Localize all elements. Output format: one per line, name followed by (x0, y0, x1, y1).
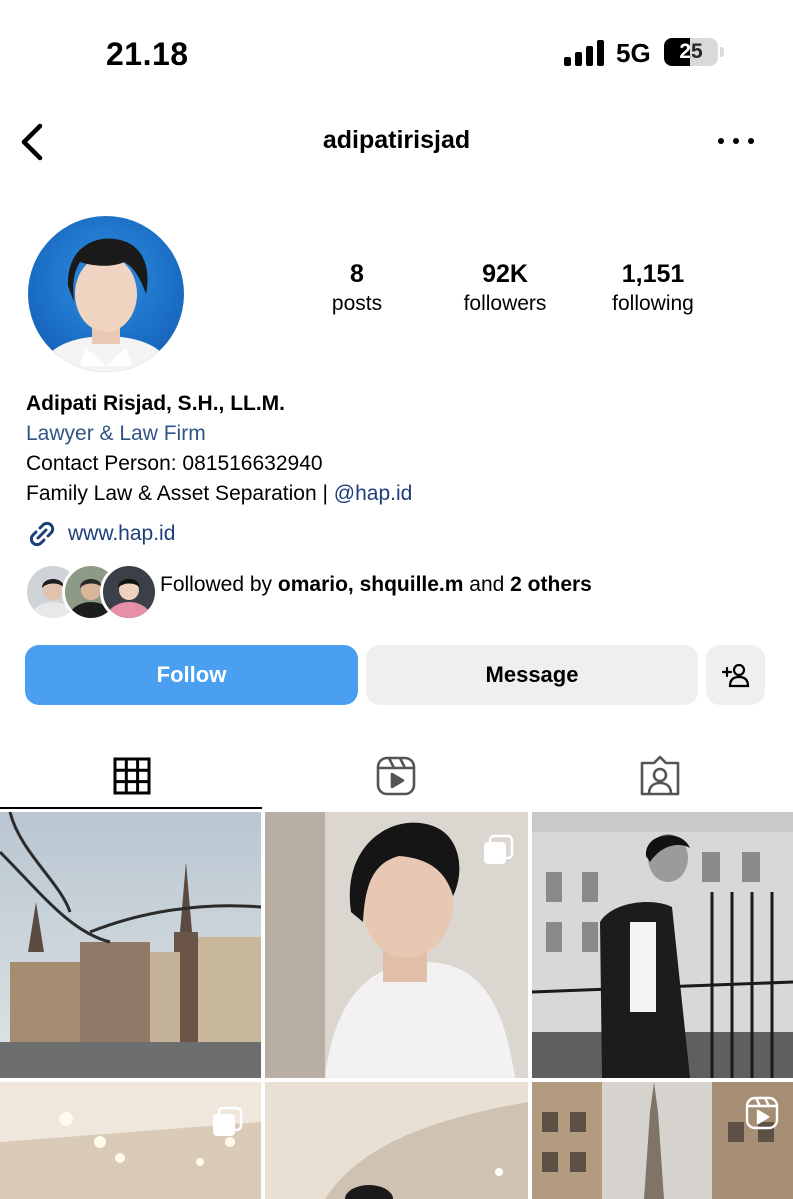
carousel-icon (484, 834, 514, 864)
post-thumbnail[interactable] (265, 812, 528, 1078)
stat-followers[interactable]: 92K followers (440, 258, 570, 318)
tab-posts-grid[interactable] (0, 745, 264, 807)
message-button[interactable]: Message (366, 645, 698, 705)
suggested-users-button[interactable] (706, 645, 765, 705)
post-thumbnail[interactable] (0, 812, 261, 1078)
post-thumbnail[interactable] (532, 812, 793, 1078)
active-tab-indicator (0, 807, 262, 809)
bio-mention-link[interactable]: @hap.id (334, 482, 413, 505)
profile-full-name: Adipati Risjad, S.H., LL.M. (26, 392, 286, 415)
profile-category: Lawyer & Law Firm (26, 422, 206, 445)
stat-followers-label: followers (463, 292, 547, 315)
tagged-icon (640, 755, 680, 796)
followed-by-others: 2 others (510, 573, 592, 596)
post-thumbnail[interactable] (265, 1082, 528, 1199)
post-thumbnail[interactable] (532, 1082, 793, 1199)
battery-icon: 25 (664, 38, 718, 66)
network-type: 5G (616, 38, 651, 68)
more-options-icon[interactable] (718, 138, 754, 148)
bio-line: Family Law & Asset Separation | @hap.id (26, 479, 412, 509)
add-person-icon (721, 663, 749, 688)
reels-icon (376, 756, 416, 796)
stat-following-value: 1,151 (621, 260, 685, 288)
battery-level: 25 (679, 40, 703, 63)
profile-avatar[interactable] (28, 216, 184, 372)
stat-posts-label: posts (331, 292, 383, 315)
bio-contact: Contact Person: 081516632940 (26, 452, 323, 475)
link-icon (29, 521, 55, 547)
bio-line-text: Family Law & Asset Separation | (26, 482, 334, 505)
carousel-icon (213, 1106, 243, 1136)
stat-posts-value: 8 (350, 260, 364, 288)
website-url[interactable]: www.hap.id (68, 522, 175, 546)
status-time: 21.18 (106, 36, 189, 72)
followed-by-prefix: Followed by (160, 573, 278, 596)
grid-icon (113, 757, 151, 795)
followed-by-middle: and (463, 573, 511, 596)
followed-by-names: omario, shquille.m (277, 573, 464, 596)
stat-posts: 8 posts (292, 258, 422, 318)
tab-tagged[interactable] (528, 745, 792, 807)
post-thumbnail[interactable] (0, 1082, 261, 1199)
followed-by-text[interactable]: Followed by omario, shquille.m and 2 oth… (160, 570, 592, 600)
follow-button[interactable]: Follow (25, 645, 358, 705)
stat-following-label: following (612, 292, 694, 315)
mutual-followers-avatars[interactable] (24, 563, 158, 621)
stat-following[interactable]: 1,151 following (588, 258, 718, 318)
battery-tip (720, 47, 724, 57)
reel-play-icon (745, 1096, 779, 1130)
website-link[interactable]: www.hap.id (26, 518, 175, 550)
tab-reels[interactable] (264, 745, 528, 807)
mutual-avatar (100, 563, 158, 621)
stat-followers-value: 92K (482, 260, 528, 288)
profile-username: adipatirisjad (322, 126, 471, 154)
cellular-signal-icon (564, 40, 606, 66)
